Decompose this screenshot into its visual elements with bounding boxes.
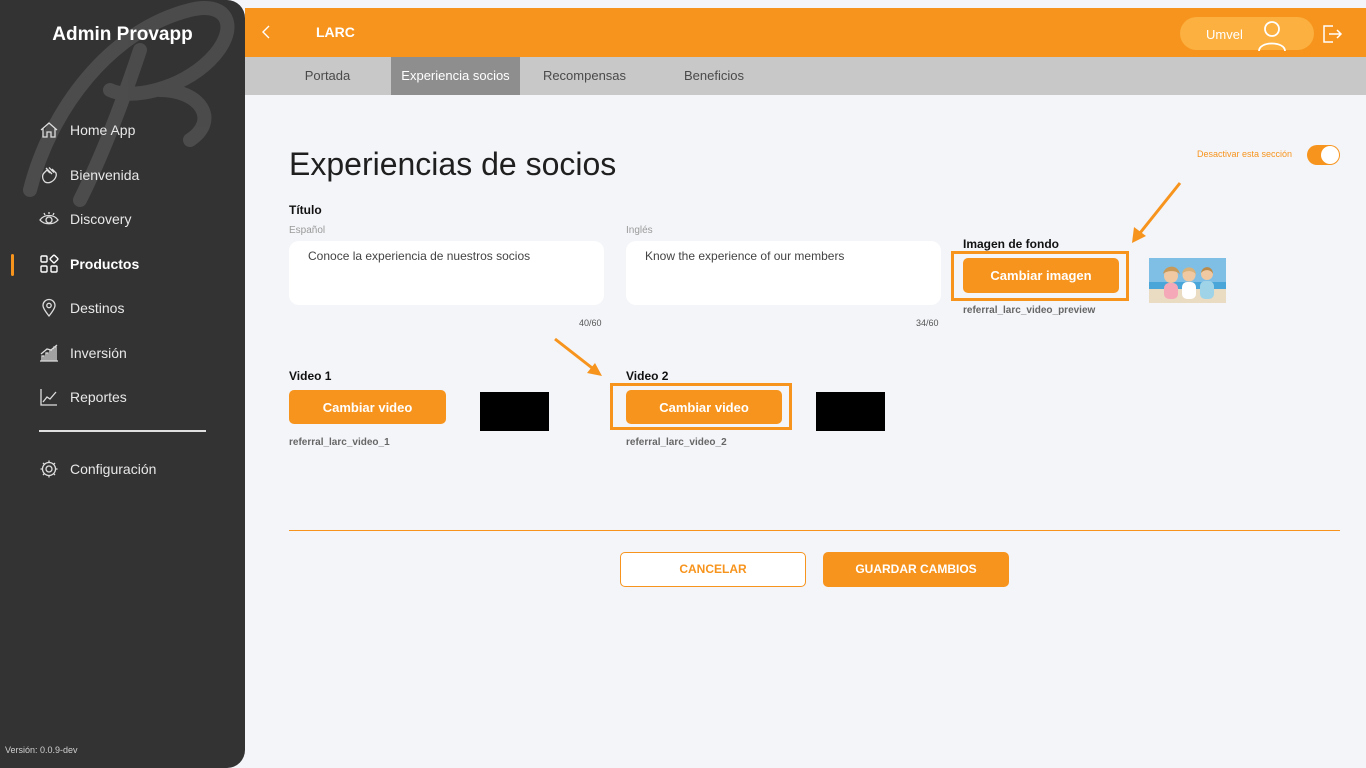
sidebar-item-label: Bienvenida	[70, 166, 140, 183]
background-image-thumbnail	[1149, 258, 1226, 303]
sidebar-item-bienvenida[interactable]: Bienvenida	[0, 153, 245, 198]
background-filename: referral_larc_video_preview	[963, 305, 1096, 316]
sidebar-config-section: Configuración	[0, 447, 245, 492]
sidebar-divider	[39, 430, 206, 432]
user-name: Umvel	[1206, 27, 1243, 42]
video1-thumbnail	[480, 392, 549, 431]
sidebar-item-home-app[interactable]: Home App	[0, 108, 245, 153]
video1-label: Video 1	[289, 369, 332, 383]
sidebar: Admin Provapp Home App Bienvenida Discov…	[0, 0, 245, 768]
page-header-title: LARC	[316, 24, 355, 40]
toggle-label: Desactivar esta sección	[1197, 149, 1293, 159]
tab-recompensas[interactable]: Recompensas	[538, 57, 631, 95]
titulo-label: Título	[289, 203, 322, 217]
cancel-button[interactable]: CANCELAR	[620, 552, 806, 587]
tab-experiencia-socios[interactable]: Experiencia socios	[391, 57, 520, 95]
spanish-label: Español	[289, 225, 326, 236]
sidebar-item-label: Home App	[70, 122, 136, 139]
change-video1-button[interactable]: Cambiar video	[289, 390, 446, 424]
tab-beneficios[interactable]: Beneficios	[675, 57, 753, 95]
brand-title: Admin Provapp	[52, 24, 193, 45]
sidebar-item-label: Productos	[70, 255, 140, 272]
user-avatar-icon	[1258, 21, 1286, 52]
section-tabs: Portada Experiencia socios Recompensas B…	[245, 57, 1366, 95]
chevron-left-icon[interactable]	[259, 24, 275, 40]
change-video2-button[interactable]: Cambiar video	[626, 390, 782, 424]
background-image-label: Imagen de fondo	[963, 237, 1059, 251]
gear-icon	[40, 460, 58, 478]
eye-icon	[39, 212, 59, 225]
toggle-knob	[1321, 146, 1339, 164]
tab-portada[interactable]: Portada	[290, 57, 365, 95]
wave-hand-icon	[41, 166, 57, 184]
video1-filename: referral_larc_video_1	[289, 437, 390, 448]
disable-section-toggle[interactable]	[1307, 145, 1340, 165]
video2-thumbnail	[816, 392, 885, 431]
sidebar-item-productos[interactable]: Productos	[0, 242, 245, 287]
english-label: Inglés	[626, 225, 653, 236]
spanish-title-input[interactable]: Conoce la experiencia de nuestros socios	[289, 241, 604, 305]
spanish-char-counter: 40/60	[579, 318, 602, 328]
sidebar-item-label: Reportes	[70, 389, 127, 406]
sidebar-nav: Home App Bienvenida Discovery Productos …	[0, 108, 245, 420]
sidebar-item-destinos[interactable]: Destinos	[0, 286, 245, 331]
english-char-counter: 34/60	[916, 318, 939, 328]
english-title-input[interactable]: Know the experience of our members	[626, 241, 941, 305]
sidebar-item-label: Inversión	[70, 344, 127, 361]
change-image-button[interactable]: Cambiar imagen	[963, 258, 1119, 293]
line-chart-icon	[40, 389, 57, 406]
page-title: Experiencias de socios	[289, 146, 617, 182]
map-pin-icon	[42, 299, 56, 318]
top-bar: LARC Umvel	[245, 8, 1366, 57]
home-icon	[40, 122, 58, 138]
beach-photo-icon	[1149, 258, 1226, 303]
video2-label: Video 2	[626, 369, 669, 383]
sidebar-item-label: Destinos	[70, 300, 125, 317]
video2-filename: referral_larc_video_2	[626, 437, 727, 448]
sidebar-item-label: Discovery	[70, 211, 132, 228]
annotation-arrow-icon	[1132, 182, 1182, 243]
sidebar-item-label: Configuración	[70, 461, 157, 478]
sidebar-item-reportes[interactable]: Reportes	[0, 375, 245, 420]
annotation-arrow-icon	[554, 337, 602, 376]
content-divider	[289, 530, 1340, 531]
user-menu-button[interactable]: Umvel	[1180, 17, 1314, 52]
bar-chart-icon	[40, 344, 58, 362]
version-label: Versión: 0.0.9-dev	[5, 745, 78, 755]
sidebar-item-discovery[interactable]: Discovery	[0, 197, 245, 242]
sidebar-item-configuracion[interactable]: Configuración	[0, 447, 245, 492]
sidebar-item-inversion[interactable]: Inversión	[0, 331, 245, 376]
save-changes-button[interactable]: GUARDAR CAMBIOS	[823, 552, 1009, 587]
grid-icon	[40, 254, 59, 273]
logout-icon[interactable]	[1321, 23, 1343, 45]
